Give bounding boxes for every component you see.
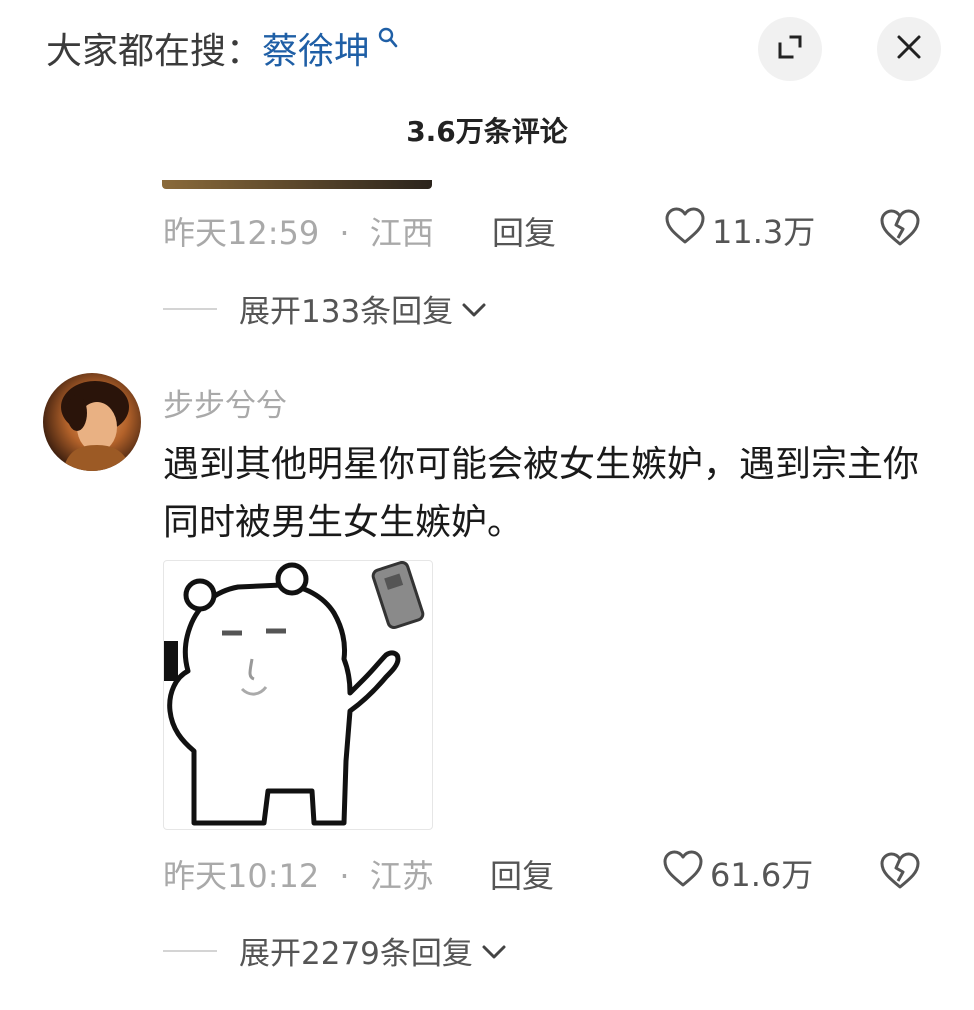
avatar[interactable]: [43, 373, 141, 471]
close-button[interactable]: [877, 17, 941, 81]
reply-button[interactable]: 回复: [490, 851, 554, 897]
search-prefix: 大家都在搜：: [46, 31, 263, 72]
reply-button[interactable]: 回复: [492, 208, 556, 254]
comment-time: 昨天10:12: [163, 857, 320, 895]
divider-line: [163, 949, 217, 952]
like-count: 61.6万: [710, 856, 814, 894]
expand-replies-row[interactable]: 展开2279条回复: [163, 928, 507, 973]
chevron-down-icon: [461, 291, 487, 327]
comment-meta: 昨天10:12 · 江苏: [163, 851, 434, 897]
comment-location: 江西: [369, 214, 434, 252]
meta-separator: ·: [339, 857, 350, 895]
comment-sticker-image[interactable]: [163, 560, 433, 830]
expand-icon: [775, 32, 805, 66]
divider-line: [163, 307, 217, 310]
search-term-link[interactable]: 蔡徐坤: [262, 31, 370, 72]
comment-meta: 昨天12:59 · 江西: [163, 208, 434, 254]
chevron-down-icon: [481, 933, 507, 969]
expand-button[interactable]: [758, 17, 822, 81]
comment-text: 遇到其他明星你可能会被女生嫉妒，遇到宗主你同时被男生女生嫉妒。: [163, 444, 920, 543]
username[interactable]: 步步兮兮: [163, 380, 287, 425]
expand-replies-label: 展开133条回复: [239, 294, 454, 330]
dislike-button[interactable]: [879, 208, 921, 252]
search-hint[interactable]: 大家都在搜：蔡徐坤: [46, 22, 398, 74]
comment-image-partial[interactable]: [162, 180, 432, 189]
dislike-button[interactable]: [879, 851, 921, 895]
like-button[interactable]: 11.3万: [664, 206, 815, 254]
heart-icon: [662, 849, 704, 897]
meta-separator: ·: [339, 214, 350, 252]
like-count: 11.3万: [712, 213, 816, 251]
close-icon: [896, 34, 922, 64]
broken-heart-icon: [879, 209, 921, 252]
search-icon: [372, 27, 398, 54]
expand-replies-label: 展开2279条回复: [239, 936, 473, 972]
comment-location: 江苏: [369, 857, 434, 895]
heart-icon: [664, 206, 706, 254]
comment-count: 3.6万条评论: [406, 115, 568, 148]
like-button[interactable]: 61.6万: [662, 849, 813, 897]
expand-replies-row[interactable]: 展开133条回复: [163, 286, 487, 331]
broken-heart-icon: [879, 852, 921, 895]
comment-time: 昨天12:59: [163, 214, 320, 252]
